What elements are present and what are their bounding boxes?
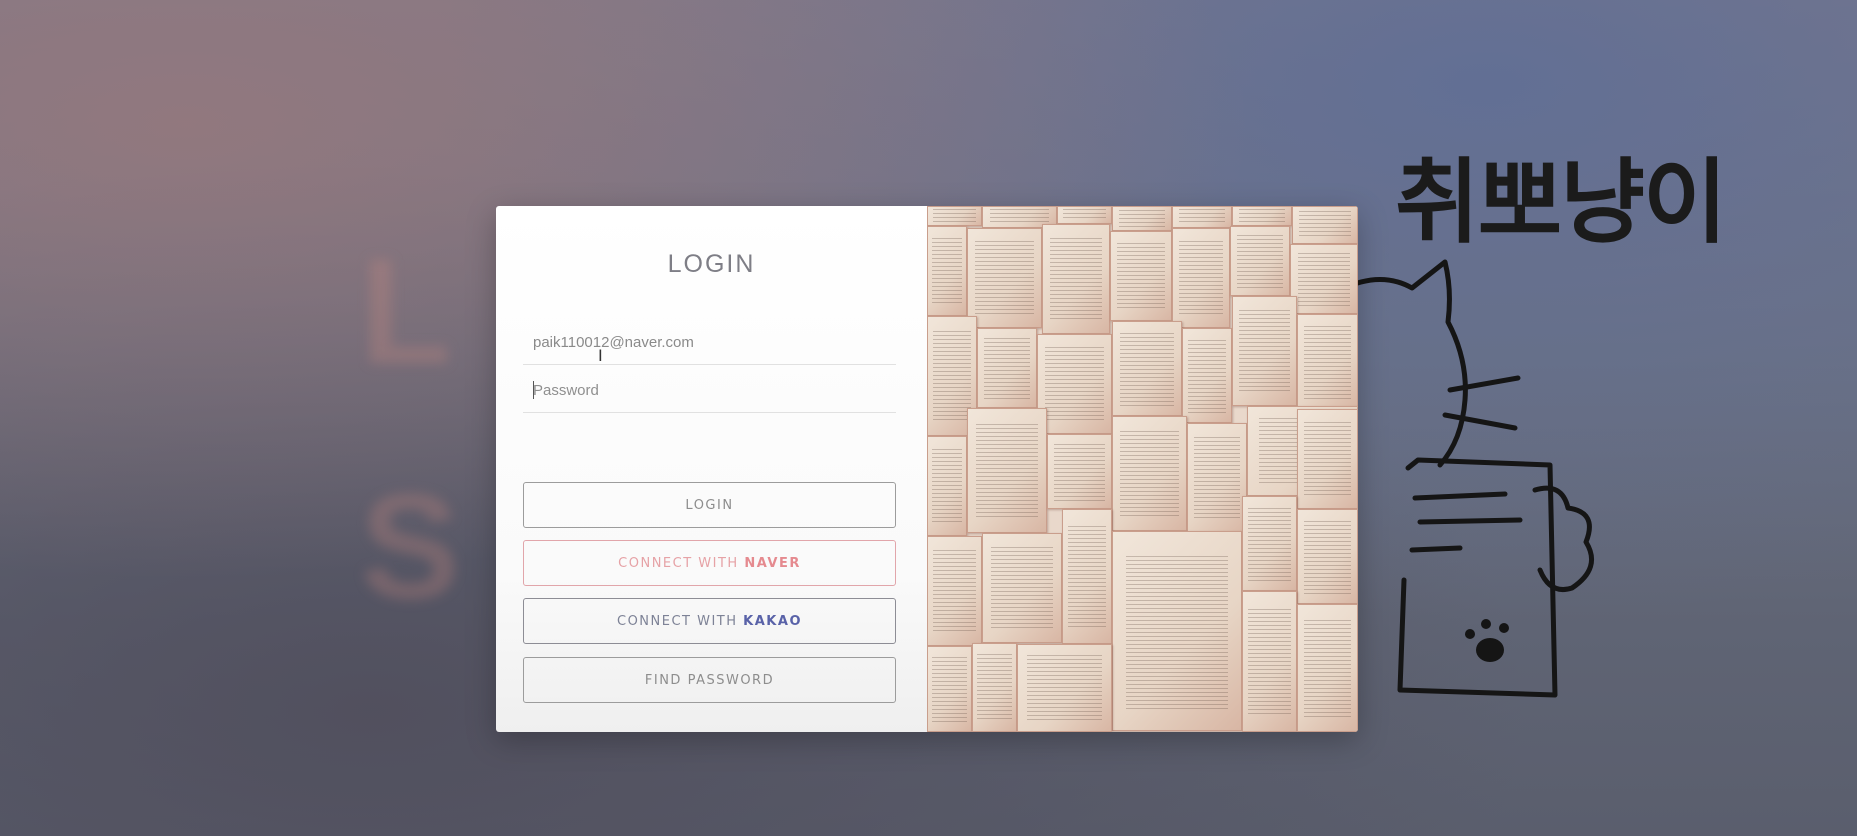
book-page — [1110, 231, 1172, 321]
book-page — [1112, 206, 1172, 231]
find-password-button[interactable]: FIND PASSWORD — [523, 657, 896, 703]
blurred-background-shape: S — [360, 462, 461, 630]
book-page — [1112, 416, 1187, 531]
book-page — [1292, 206, 1358, 244]
book-page — [967, 408, 1047, 533]
blurred-background-shape: L — [360, 227, 452, 395]
book-page — [1017, 644, 1112, 732]
book-page — [1062, 509, 1112, 644]
book-page — [927, 536, 982, 646]
book-page — [1047, 434, 1112, 509]
kakao-label: KAKAO — [743, 614, 802, 629]
book-page — [1037, 334, 1112, 434]
book-page — [972, 643, 1017, 732]
login-form-panel: LOGIN — [496, 206, 927, 732]
book-page — [1230, 226, 1290, 296]
book-page — [927, 206, 982, 226]
brand-title: 취뽀냥이 — [1395, 149, 1728, 256]
book-page — [927, 646, 972, 732]
book-page — [1242, 496, 1297, 591]
connect-naver-button[interactable]: CONNECT WITH NAVER — [523, 540, 896, 586]
book-page — [1297, 604, 1358, 732]
find-password-label: FIND PASSWORD — [644, 673, 775, 688]
text-caret — [533, 381, 534, 399]
email-field[interactable] — [523, 320, 896, 364]
password-field-wrapper — [523, 368, 896, 413]
naver-label: NAVER — [744, 556, 801, 571]
connect-with-label: CONNECT WITH — [618, 556, 739, 571]
book-page — [1172, 206, 1232, 228]
connect-with-label: CONNECT WITH — [617, 614, 738, 629]
book-page — [927, 436, 967, 536]
book-page — [1297, 314, 1358, 409]
login-title: LOGIN — [667, 250, 756, 278]
book-page — [982, 533, 1062, 643]
password-field[interactable] — [523, 368, 896, 412]
book-page — [1112, 321, 1182, 416]
open-books-image — [927, 206, 1358, 732]
book-page — [977, 328, 1037, 408]
book-page — [1042, 224, 1110, 334]
book-page — [967, 228, 1042, 328]
book-page — [1172, 228, 1230, 328]
email-field-wrapper — [523, 320, 896, 365]
book-page — [1112, 531, 1242, 731]
book-page — [1232, 206, 1292, 226]
book-page — [1297, 409, 1358, 509]
book-page — [1290, 244, 1358, 314]
book-page — [1187, 423, 1247, 533]
book-page — [1232, 296, 1297, 406]
login-card: LOGIN — [496, 206, 1358, 732]
login-button-label: LOGIN — [685, 498, 734, 513]
book-page — [1057, 206, 1112, 224]
book-page — [927, 226, 967, 316]
connect-kakao-button[interactable]: CONNECT WITH KAKAO — [523, 598, 896, 644]
login-button[interactable]: LOGIN — [523, 482, 896, 528]
book-page — [1242, 591, 1297, 732]
book-page — [1182, 328, 1232, 423]
cat-holding-paper-icon — [1340, 259, 1595, 698]
i-beam-cursor-icon: I — [598, 346, 603, 365]
book-page — [1297, 509, 1358, 604]
